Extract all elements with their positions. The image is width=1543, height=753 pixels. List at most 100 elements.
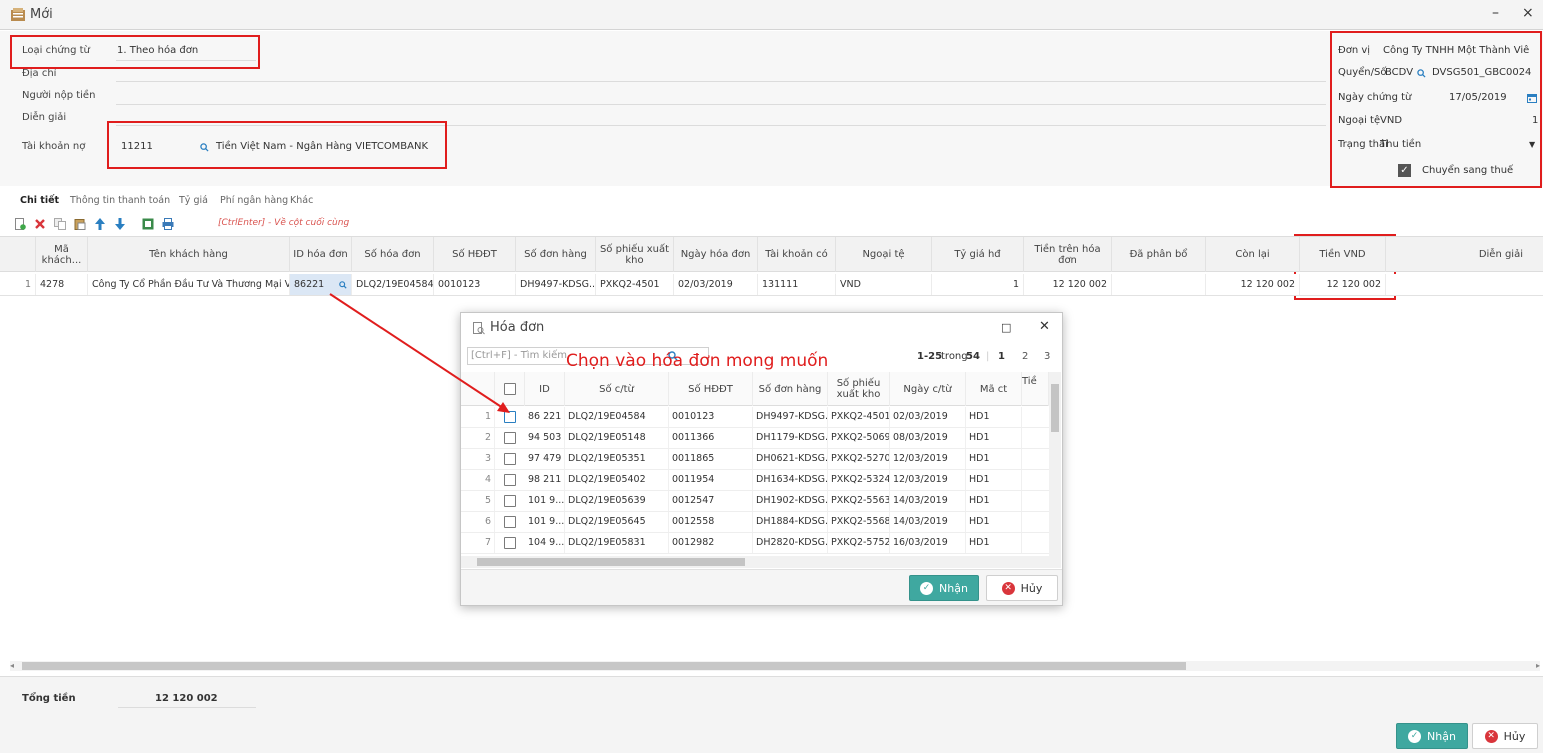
chevron-down-icon[interactable]: ▼ [1529, 137, 1535, 153]
cell-ma-ct[interactable]: HD1 [966, 407, 1022, 427]
cell-ten-khach[interactable]: Công Ty Cổ Phần Đầu Tư Và Thương Mại V..… [88, 274, 290, 295]
cell-don-hang[interactable]: DH2820-KDSG... [753, 533, 828, 553]
tab-thong-tin-thanh-toan[interactable]: Thông tin thanh toán [70, 195, 170, 206]
page-2-button[interactable]: 2 [1022, 351, 1028, 362]
cell-tai-khoan-co[interactable]: 131111 [758, 274, 836, 295]
col-so-phieu-xuat[interactable]: Số phiếu xuất kho [596, 237, 674, 272]
col-ten-khach[interactable]: Tên khách hàng [88, 237, 290, 272]
search-icon[interactable] [339, 281, 347, 289]
dialog-vscroll-thumb[interactable] [1051, 384, 1059, 432]
row-checkbox[interactable] [504, 537, 516, 549]
col-dien-giai[interactable]: Diễn giải [1386, 237, 1543, 272]
col-ma-khach[interactable]: Mã khách... [36, 237, 88, 272]
page-1-button[interactable]: 1 [998, 351, 1005, 362]
col-tai-khoan-co[interactable]: Tài khoản có [758, 237, 836, 272]
col-id-hoa-don[interactable]: ID hóa đơn [290, 237, 352, 272]
tab-khac[interactable]: Khác [290, 195, 313, 206]
cell-ngay[interactable]: 14/03/2019 [890, 491, 966, 511]
cell-ma-ct[interactable]: HD1 [966, 533, 1022, 553]
currency-value[interactable]: VND [1380, 113, 1402, 129]
unit-value[interactable]: Công Ty TNHH Một Thành Viê [1383, 43, 1529, 59]
cell-don-hang[interactable]: DH1634-KDSG... [753, 470, 828, 490]
cell-hddt[interactable]: 0010123 [669, 407, 753, 427]
ok-button[interactable]: ✓ Nhận [1396, 723, 1468, 749]
cell-so-ct[interactable]: DLQ2/19E05645 [565, 512, 669, 532]
cell-ngoai-te[interactable]: VND [836, 274, 932, 295]
cell-id-hoa-don[interactable]: 86221 [290, 274, 352, 295]
col-ngay-hoa-don[interactable]: Ngày hóa đơn [674, 237, 758, 272]
dcol-tien[interactable]: Tiề [1022, 372, 1049, 406]
cell-ma-ct[interactable]: HD1 [966, 491, 1022, 511]
address-field[interactable] [116, 81, 1326, 82]
cell-hddt[interactable]: 0012558 [669, 512, 753, 532]
restore-button[interactable]: □ [1001, 321, 1011, 334]
cell-phieu-xuat[interactable]: PXKQ2-5069 [828, 428, 890, 448]
cell-id[interactable]: 94 503 [525, 428, 565, 448]
row-checkbox[interactable] [504, 474, 516, 486]
tab-ty-gia[interactable]: Tỷ giá [179, 195, 208, 206]
row-checkbox[interactable] [504, 516, 516, 528]
calendar-icon[interactable] [1527, 93, 1537, 103]
cell-don-hang[interactable]: DH1179-KDSG... [753, 428, 828, 448]
cell-id[interactable]: 101 9... [525, 512, 565, 532]
cell-phieu-xuat[interactable]: PXKQ2-5563 [828, 491, 890, 511]
col-tien-vnd[interactable]: Tiền VND [1300, 237, 1386, 272]
cell-dien-giai[interactable] [1386, 274, 1543, 295]
col-da-phan-bo[interactable]: Đã phân bổ [1112, 237, 1206, 272]
cell-phieu-xuat[interactable]: PXKQ2-4501 [828, 407, 890, 427]
list-item[interactable]: 6 101 9... DLQ2/19E05645 0012558 DH1884-KDSG… [461, 512, 1053, 533]
cell-ma-ct[interactable]: HD1 [966, 449, 1022, 469]
row-checkbox[interactable] [504, 495, 516, 507]
status-select[interactable]: Thu tiền [1380, 137, 1421, 153]
cell-don-hang[interactable]: DH9497-KDSG... [753, 407, 828, 427]
cell-ngay[interactable]: 16/03/2019 [890, 533, 966, 553]
cell-phieu-xuat[interactable]: PXKQ2-5568 [828, 512, 890, 532]
scroll-right-icon[interactable]: ▸ [1536, 661, 1540, 670]
new-row-icon[interactable] [14, 218, 26, 230]
col-tien-tren-hoa-don[interactable]: Tiền trên hóa đơn [1024, 237, 1112, 272]
col-ty-gia-hd[interactable]: Tỷ giá hđ [932, 237, 1024, 272]
cell-tien-vnd[interactable]: 12 120 002 [1300, 274, 1386, 295]
dialog-close-button[interactable]: ✕ [1039, 319, 1050, 334]
book-code[interactable]: BCDV [1385, 65, 1413, 81]
table-row[interactable]: 1 4278 Công Ty Cổ Phần Đầu Tư Và Thương … [0, 274, 1543, 296]
cell-so-ct[interactable]: DLQ2/19E05402 [565, 470, 669, 490]
list-item[interactable]: 7 104 9... DLQ2/19E05831 0012982 DH2820-KDSG… [461, 533, 1053, 554]
cell-so-ct[interactable]: DLQ2/19E05148 [565, 428, 669, 448]
dcol-so-don-hang[interactable]: Số đơn hàng [753, 372, 828, 406]
cell-so-ct[interactable]: DLQ2/19E05831 [565, 533, 669, 553]
cell-id[interactable]: 101 9... [525, 491, 565, 511]
dialog-ok-button[interactable]: ✓ Nhận [909, 575, 979, 601]
cell-hddt[interactable]: 0011865 [669, 449, 753, 469]
list-item[interactable]: 4 98 211 DLQ2/19E05402 0011954 DH1634-KDSG..… [461, 470, 1053, 491]
col-con-lai[interactable]: Còn lại [1206, 237, 1300, 272]
cell-so-phieu-xuat[interactable]: PXKQ2-4501 [596, 274, 674, 295]
cell-so-don-hang[interactable]: DH9497-KDSG... [516, 274, 596, 295]
list-item[interactable]: 3 97 479 DLQ2/19E05351 0011865 DH0621-KDSG..… [461, 449, 1053, 470]
move-up-icon[interactable] [94, 218, 106, 230]
list-item[interactable]: 5 101 9... DLQ2/19E05639 0012547 DH1902-KDSG… [461, 491, 1053, 512]
cell-phieu-xuat[interactable]: PXKQ2-5752 [828, 533, 890, 553]
dcol-ma-ct[interactable]: Mã ct [966, 372, 1022, 406]
grid-horizontal-scrollbar[interactable]: ◂ ▸ [10, 661, 1540, 671]
paste-icon[interactable] [74, 218, 86, 230]
excel-icon[interactable] [142, 218, 154, 230]
cell-ngay[interactable]: 12/03/2019 [890, 470, 966, 490]
move-down-icon[interactable] [114, 218, 126, 230]
cell-ngay[interactable]: 12/03/2019 [890, 449, 966, 469]
cell-id[interactable]: 86 221 [525, 407, 565, 427]
checkbox-checked-icon[interactable]: ✓ [1398, 164, 1411, 177]
cell-hddt[interactable]: 0011366 [669, 428, 753, 448]
cell-don-hang[interactable]: DH0621-KDSG... [753, 449, 828, 469]
exchange-rate[interactable]: 1 [1532, 113, 1538, 129]
dialog-vertical-scrollbar[interactable] [1049, 372, 1061, 568]
cell-so-ct[interactable]: DLQ2/19E05639 [565, 491, 669, 511]
cell-hddt[interactable]: 0012982 [669, 533, 753, 553]
cell-so-ct[interactable]: DLQ2/19E04584 [565, 407, 669, 427]
cell-hddt[interactable]: 0011954 [669, 470, 753, 490]
search-icon[interactable] [1417, 69, 1426, 78]
dcol-so-phieu-xuat[interactable]: Số phiếu xuất kho [828, 372, 890, 406]
cell-don-hang[interactable]: DH1902-KDSG... [753, 491, 828, 511]
cell-so-hoa-don[interactable]: DLQ2/19E04584 [352, 274, 434, 295]
print-icon[interactable] [162, 218, 174, 230]
